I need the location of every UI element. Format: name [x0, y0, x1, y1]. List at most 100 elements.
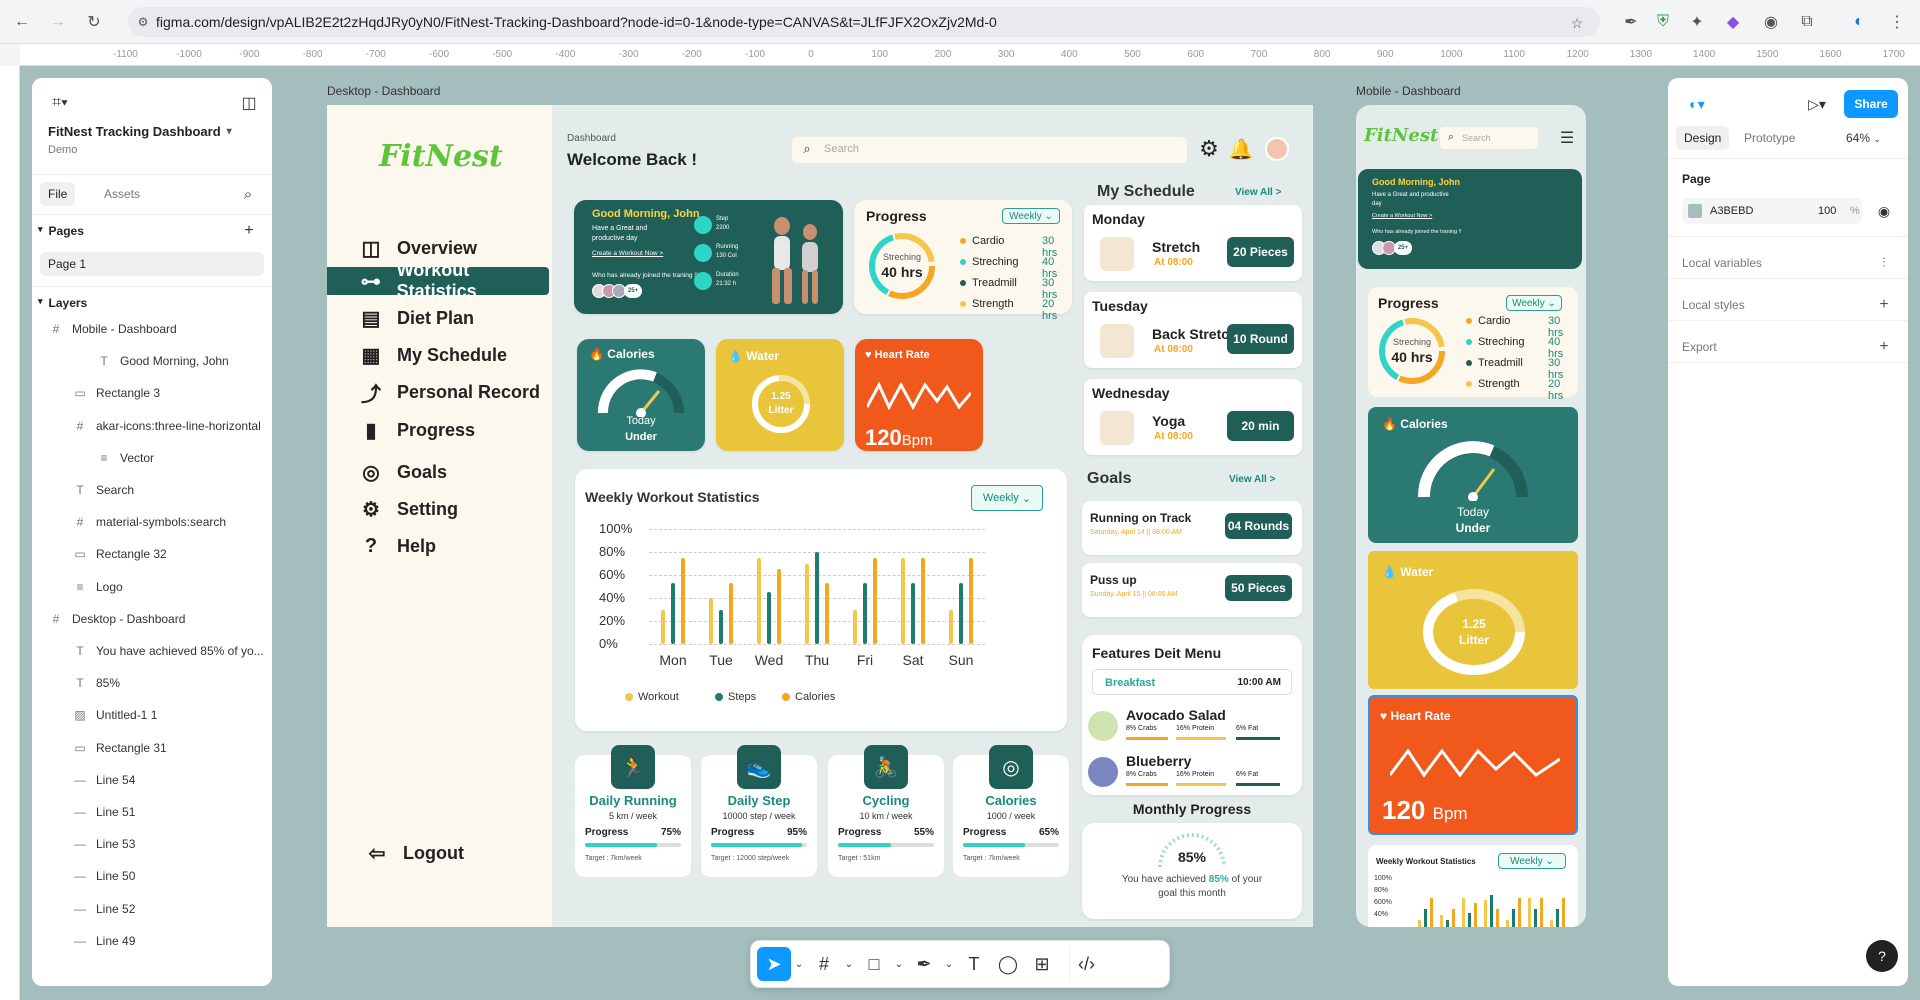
layer-row[interactable]: ≡ Vector — [32, 443, 272, 473]
comment-tool-icon[interactable]: ◯ — [991, 947, 1025, 981]
settings-gear-icon[interactable]: ⚙ — [1197, 136, 1221, 161]
activity-card[interactable]: 🚴 Cycling 10 km / week Progress 55% Target : … — [828, 745, 944, 877]
tab-design[interactable]: Design — [1676, 126, 1730, 150]
layer-row[interactable]: # Mobile - Dashboard — [32, 314, 272, 344]
goal-item[interactable]: Puss up Sunday, April 15 || 08:00 AM 50 Pi… — [1082, 563, 1302, 617]
mobile-search-input[interactable]: Search — [1462, 133, 1491, 143]
tab-file[interactable]: File — [40, 182, 76, 206]
nav-setting[interactable]: ⚙ Setting — [357, 494, 458, 524]
goal-item[interactable]: Running on Track Saturday, April 14 || 08… — [1082, 501, 1302, 555]
camera-icon[interactable]: ◉ — [1760, 11, 1782, 33]
layer-row[interactable]: T Search — [32, 475, 272, 505]
page-item[interactable]: Page 1 — [40, 252, 264, 276]
nav-diet-plan[interactable]: ▤ Diet Plan — [357, 303, 474, 333]
layer-row[interactable]: — Line 51 — [32, 797, 272, 827]
chevron-down-icon[interactable]: ⌄ — [791, 947, 807, 981]
menu-kebab-icon[interactable]: ⋮ — [1886, 11, 1908, 33]
schedule-item[interactable]: Wednesday Yoga At 08:00 20 min — [1084, 379, 1302, 455]
local-variables[interactable]: Local variables — [1682, 256, 1762, 270]
chevron-down-icon[interactable]: ⌄ — [941, 947, 957, 981]
figma-menu-icon[interactable]: ⌗▾ — [46, 92, 74, 114]
extension-purple-icon[interactable]: ◆ — [1722, 11, 1744, 33]
layer-row[interactable]: ▭ Rectangle 3 — [32, 378, 272, 408]
extension-pen-icon[interactable]: ✒ — [1620, 11, 1642, 33]
logout-button[interactable]: ⇦ Logout — [363, 838, 464, 868]
layer-row[interactable]: ▭ Rectangle 32 — [32, 539, 272, 569]
profile-icon[interactable]: ◐ — [1848, 11, 1870, 33]
frame-tool-icon[interactable]: # — [807, 947, 841, 981]
layer-row[interactable]: — Line 53 — [32, 829, 272, 859]
schedule-badge[interactable]: 20 Pieces — [1227, 237, 1294, 267]
mobile-search-box[interactable]: ⌕ Search — [1440, 127, 1538, 149]
eye-icon[interactable]: ◉ — [1874, 202, 1894, 220]
help-icon[interactable]: ? — [1866, 940, 1898, 972]
page-color-field[interactable]: A3BEBD 100 % — [1682, 198, 1862, 224]
hamburger-menu-icon[interactable]: ☰ — [1556, 127, 1578, 149]
layer-row[interactable]: # akar-icons:three-line-horizontal — [32, 411, 272, 441]
activity-card[interactable]: ◎ Calories 1000 / week Progress 65% Target : … — [953, 745, 1069, 877]
actions-tool-icon[interactable]: ⊞ — [1025, 947, 1059, 981]
search-box[interactable]: ⌕ Search — [792, 137, 1187, 163]
pen-tool-icon[interactable]: ✒ — [907, 947, 941, 981]
mobile-period-dropdown[interactable]: Weekly ⌄ — [1506, 295, 1562, 311]
goal-badge[interactable]: 50 Pieces — [1225, 575, 1292, 601]
goal-badge[interactable]: 04 Rounds — [1225, 513, 1292, 539]
layer-row[interactable]: T Good Morning, John — [32, 346, 272, 376]
layer-row[interactable]: T You have achieved 85% of yo... — [32, 636, 272, 666]
search-icon[interactable]: ⌕ — [238, 184, 258, 204]
nav-my-schedule[interactable]: ▦ My Schedule — [357, 340, 507, 370]
dev-mode-icon[interactable]: ‹/› — [1069, 947, 1103, 981]
logo[interactable]: FitNest — [379, 139, 503, 174]
mobile-create-workout-link[interactable]: Create a Workout Now > — [1372, 213, 1432, 219]
address-bar[interactable]: ⚙ figma.com/design/vpALIB2E2t2zHqdJRy0yN… — [128, 7, 1600, 37]
local-styles[interactable]: Local styles — [1682, 298, 1745, 312]
reload-icon[interactable]: ↻ — [82, 10, 106, 34]
frame-label-mobile[interactable]: Mobile - Dashboard — [1356, 84, 1461, 98]
create-workout-link[interactable]: Create a Workout Now > — [592, 250, 663, 257]
move-tool-icon[interactable]: ➤ — [757, 947, 791, 981]
meal-row[interactable]: Breakfast 10:00 AM — [1092, 669, 1292, 695]
rectangle-tool-icon[interactable]: □ — [857, 947, 891, 981]
mobile-logo[interactable]: FitNest — [1364, 125, 1438, 146]
nav-workout-statistics[interactable]: ⊶ Workout Statistics — [357, 260, 552, 301]
goals-view-all[interactable]: View All > — [1229, 474, 1275, 485]
nav-progress[interactable]: ▮ Progress — [357, 415, 475, 445]
layer-row[interactable]: — Line 49 — [32, 926, 272, 956]
search-input[interactable]: Search — [824, 143, 859, 155]
activity-card[interactable]: 🏃 Daily Running 5 km / week Progress 75% Targ… — [575, 745, 691, 877]
schedule-item[interactable]: Monday Stretch At 08:00 20 Pieces — [1084, 205, 1302, 281]
zoom-level[interactable]: 64% ⌄ — [1846, 126, 1881, 150]
chevron-down-icon[interactable]: ⌄ — [841, 947, 857, 981]
export-label[interactable]: Export — [1682, 340, 1717, 354]
user-avatar-icon[interactable]: ◐▾ — [1682, 92, 1712, 116]
nav-help[interactable]: ? Help — [357, 531, 436, 561]
schedule-badge[interactable]: 10 Round — [1227, 324, 1294, 354]
forward-icon[interactable]: → — [46, 10, 70, 34]
bookmark-star-icon[interactable]: ☆ — [1568, 14, 1586, 32]
color-swatch[interactable] — [1688, 204, 1702, 218]
share-button[interactable]: Share — [1844, 90, 1898, 118]
pages-header[interactable]: ▾ Pages — [38, 224, 84, 238]
desktop-dashboard-frame[interactable]: FitNest ◫ Overview ⊶ Workout Statistics ▤ D… — [327, 105, 1313, 927]
layer-row[interactable]: ≡ Logo — [32, 572, 272, 602]
nav-overview[interactable]: ◫ Overview — [357, 233, 478, 263]
layer-row[interactable]: ▭ Rectangle 31 — [32, 733, 272, 763]
layer-row[interactable]: # material-symbols:search — [32, 507, 272, 537]
layer-row[interactable]: T 85% — [32, 668, 272, 698]
shield-icon[interactable]: ⛨ — [1652, 11, 1674, 33]
site-info-icon[interactable]: ⚙ — [136, 14, 150, 30]
period-dropdown[interactable]: Weekly ⌄ — [1002, 208, 1060, 224]
frame-label-desktop[interactable]: Desktop - Dashboard — [327, 84, 440, 98]
layer-row[interactable]: — Line 54 — [32, 765, 272, 795]
layer-row[interactable]: — Line 50 — [32, 861, 272, 891]
layer-row[interactable]: ▨ Untitled-1 1 — [32, 700, 272, 730]
sliders-icon[interactable]: ⫶ — [1874, 254, 1894, 272]
add-export-icon[interactable]: + — [1874, 338, 1894, 356]
present-play-icon[interactable]: ▷▾ — [1802, 92, 1832, 116]
avatar[interactable] — [1265, 137, 1289, 161]
file-name[interactable]: FitNest Tracking Dashboard ▾ — [48, 124, 232, 139]
layer-row[interactable]: # Desktop - Dashboard — [32, 604, 272, 634]
add-style-icon[interactable]: + — [1874, 296, 1894, 314]
schedule-badge[interactable]: 20 min — [1227, 411, 1294, 441]
extension-icon[interactable]: ✦ — [1686, 11, 1708, 33]
